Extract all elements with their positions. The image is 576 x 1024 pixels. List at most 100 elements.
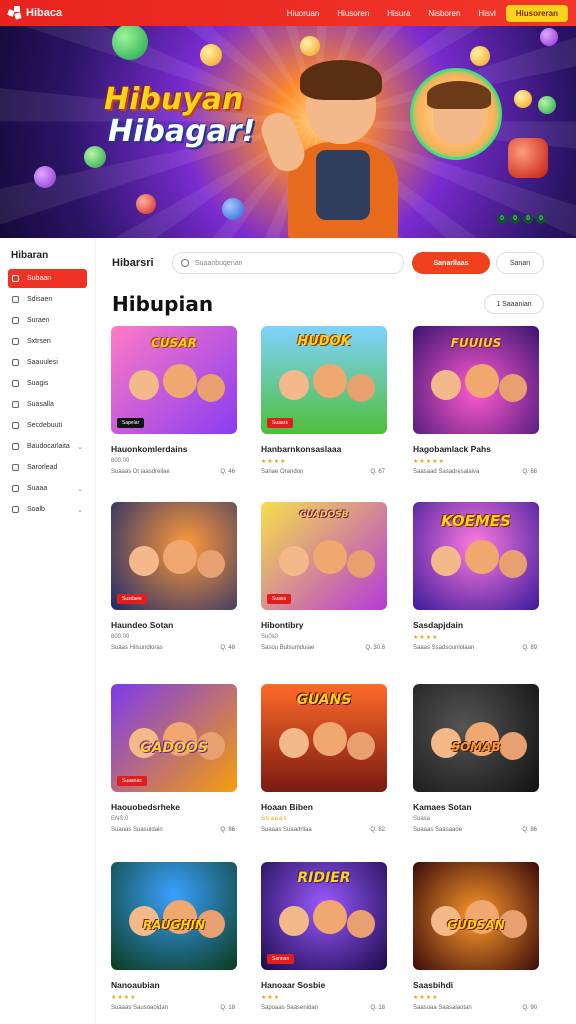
game-card[interactable]: CUSAR Sapelar Hauonkomlerdains 800.00 Suaaas… <box>111 326 237 475</box>
game-thumbnail[interactable]: RAUGHIN <box>111 862 237 970</box>
game-meta-right: Q. 82 <box>370 827 385 833</box>
game-card[interactable]: SOMAB Kamaes Sotan Suasa Suaaas Saasaaoe Q. … <box>413 684 539 833</box>
hero-control-dot[interactable]: 0 <box>536 214 546 224</box>
sidebar-item-label: Suraen <box>27 317 50 324</box>
game-thumbnail[interactable]: FUUIUS <box>413 326 539 434</box>
nav-link-1[interactable]: Hiuoruan <box>287 9 319 18</box>
sidebar-item-label: Saauulesi <box>27 359 58 366</box>
brand-logo[interactable]: Hibaca <box>7 6 62 20</box>
sidebar-item[interactable]: Soalb ⌄ <box>8 500 87 519</box>
character-art <box>313 722 347 756</box>
game-title[interactable]: Haouobedsrheke <box>111 802 237 812</box>
sidebar-item[interactable]: Suagis <box>8 374 87 393</box>
game-title[interactable]: Sasdapjdain <box>413 620 539 630</box>
header-cta-button[interactable]: Hiusoreran <box>505 4 568 22</box>
game-card[interactable]: GADOOS Suaanas Haouobedsrheke ENS.0 Suauas S… <box>111 684 237 833</box>
game-title[interactable]: Hanbarnkonsaslaaa <box>261 444 387 454</box>
game-title[interactable]: Hauonkomlerdains <box>111 444 237 454</box>
hero-control-dot[interactable]: 0 <box>523 214 533 224</box>
sidebar-item[interactable]: Suasalla <box>8 395 87 414</box>
game-thumbnail[interactable]: GADOOS Suaanas <box>111 684 237 792</box>
nav-link-5[interactable]: Hisvl <box>478 9 495 18</box>
game-card[interactable]: RIDIER Sannan Hanoaar Sosbie ★★★ Sapoaas Saa… <box>261 862 387 1011</box>
game-thumbnail[interactable]: SOMAB <box>413 684 539 792</box>
game-thumbnail[interactable]: GUDSAN <box>413 862 539 970</box>
game-thumbnail[interactable]: KOEMES <box>413 502 539 610</box>
game-title[interactable]: Hoaan Biben <box>261 802 387 812</box>
sidebar-item[interactable]: Secdebuuti <box>8 416 87 435</box>
thumbnail-title: SOMAB <box>451 740 501 754</box>
game-title[interactable]: Haundeo Sotan <box>111 620 237 630</box>
game-card[interactable]: HUDOK Suaars Hanbarnkonsaslaaa ★★★★ Sanae Or… <box>261 326 387 475</box>
game-card[interactable]: GUDSAN Saasbihdi ★★★★ Saasuaa Saasalaotan Q.… <box>413 862 539 1011</box>
nav-link-4[interactable]: Nisboren <box>428 9 460 18</box>
game-thumbnail[interactable]: HUDOK Suaars <box>261 326 387 434</box>
chevron-down-icon: ⌄ <box>77 485 83 493</box>
category-icon <box>12 296 19 303</box>
thumbnail-title: GADOOS <box>140 740 208 756</box>
hero-character-bubble <box>410 68 502 160</box>
game-meta-left: Suaaas Dt iaasdreilae <box>111 469 170 475</box>
character-art <box>431 546 461 576</box>
category-icon <box>12 359 19 366</box>
game-card[interactable]: KOEMES Sasdapjdain ★★★★ Saaas Ssadsounlolaa… <box>413 502 539 651</box>
thumbnail-title: GUANS <box>296 692 352 708</box>
hero-control-dot[interactable]: 0 <box>510 214 520 224</box>
hero-banner[interactable]: Hibuyan Hibagar! 0 0 0 0 <box>0 26 576 238</box>
sidebar-item[interactable]: Saauulesi <box>8 353 87 372</box>
category-icon <box>12 317 19 324</box>
hero-control-dot[interactable]: 0 <box>497 214 507 224</box>
chevron-down-icon: ⌄ <box>77 443 83 451</box>
game-thumbnail[interactable]: GUANS <box>261 684 387 792</box>
game-meta: Saasuaa Saasalaotan Q. 90 <box>413 1005 539 1011</box>
search-placeholder: Suaanbuqenan <box>195 259 243 267</box>
character-art <box>129 370 159 400</box>
rating-stars: Suaaas <box>261 816 288 822</box>
game-thumbnail[interactable]: Susdaee <box>111 502 237 610</box>
sort-dropdown[interactable]: 1 Saaanian <box>484 294 544 314</box>
thumbnail-title: CUADOSB <box>299 510 349 520</box>
sidebar-item[interactable]: Sdisaen <box>8 290 87 309</box>
game-title[interactable]: Hibontibry <box>261 620 387 630</box>
game-title[interactable]: Hagobamlack Pahs <box>413 444 539 454</box>
sidebar-item[interactable]: Suaaa ⌄ <box>8 479 87 498</box>
game-meta-left: Saasaad Sasadresalaiva <box>413 469 480 475</box>
character-art <box>279 546 309 576</box>
sidebar-item[interactable]: Sxtrsen <box>8 332 87 351</box>
thumbnail-title: GUDSAN <box>447 918 505 932</box>
game-thumbnail[interactable]: CUSAR Sapelar <box>111 326 237 434</box>
thumbnail-title: HUDOK <box>297 334 351 349</box>
game-title[interactable]: Hanoaar Sosbie <box>261 980 387 990</box>
category-icon <box>12 275 19 282</box>
game-card[interactable]: CUADOSB Suasa Hibontibry Su0s0 Sasou Bulsumd… <box>261 502 387 651</box>
hero-title-line-2: Hibagar! <box>108 113 256 149</box>
nav-link-2[interactable]: Hiusoren <box>337 9 369 18</box>
game-title[interactable]: Nanoaubian <box>111 980 237 990</box>
thumbnail-title: KOEMES <box>441 512 511 530</box>
game-meta-right: Q. 18 <box>220 1005 235 1011</box>
game-meta: Sanae Orandon Q. 67 <box>261 469 387 475</box>
character-art <box>347 910 375 938</box>
game-card[interactable]: RAUGHIN Nanoaubian ★★★★ Suaaas Sausoaoidan Q… <box>111 862 237 1011</box>
category-icon <box>12 380 19 387</box>
primary-button[interactable]: Sanarllaas <box>412 252 490 274</box>
game-card[interactable]: FUUIUS Hagobamlack Pahs ★★★★★ Saasaad Sasad… <box>413 326 539 475</box>
sidebar-item[interactable]: Suraen <box>8 311 87 330</box>
hero-title: Hibuyan Hibagar! <box>104 84 255 147</box>
secondary-button[interactable]: Sanan <box>496 252 544 274</box>
character-art <box>279 728 309 758</box>
nav-link-3[interactable]: Hisura <box>387 9 410 18</box>
game-card[interactable]: GUANS Hoaan Biben Suaaas Suaaas Suaadrllaa Q… <box>261 684 387 833</box>
game-title[interactable]: Kamaes Sotan <box>413 802 539 812</box>
sidebar-item[interactable]: Subaan <box>8 269 87 288</box>
game-thumbnail[interactable]: RIDIER Sannan <box>261 862 387 970</box>
sidebar-title: Hibaran <box>11 250 49 261</box>
game-card[interactable]: Susdaee Haundeo Sotan 800.00 Suaas Hilsundl… <box>111 502 237 651</box>
search-input[interactable]: Suaanbuqenan <box>172 252 404 274</box>
game-thumbnail[interactable]: CUADOSB Suasa <box>261 502 387 610</box>
game-subtitle: ENS.0 <box>111 816 129 822</box>
sidebar-item[interactable]: Baudocarlaita ⌄ <box>8 437 87 456</box>
game-title[interactable]: Saasbihdi <box>413 980 539 990</box>
sidebar-item[interactable]: Sarorlead <box>8 458 87 477</box>
game-subtitle: Su0s0 <box>261 634 279 640</box>
